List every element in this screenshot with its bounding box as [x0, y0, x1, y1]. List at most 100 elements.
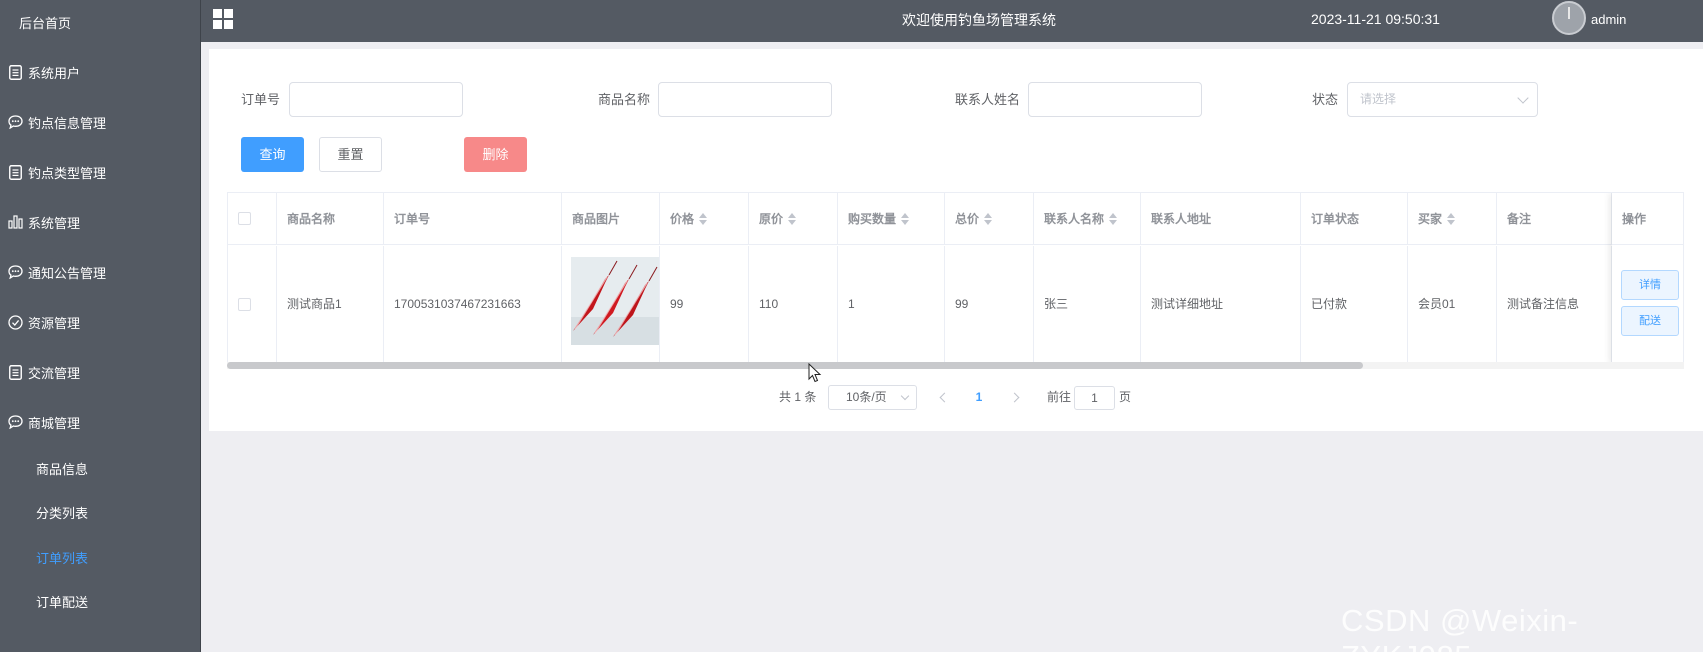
cell-quantity: 1: [838, 246, 945, 362]
table-header: 订单状态: [1301, 193, 1408, 245]
document-icon: [7, 64, 23, 80]
chevron-down-icon: [900, 391, 910, 401]
table-horizontal-scrollbar[interactable]: [227, 362, 1684, 369]
cell-price: 99: [660, 246, 749, 362]
sidebar-item-label: 商城管理: [28, 415, 81, 431]
goto-suffix: 页: [1119, 390, 1132, 404]
page-size-select[interactable]: 10条/页: [828, 385, 917, 410]
contact-name-label: 联系人姓名: [955, 92, 1021, 107]
check-circle-icon: [7, 314, 23, 330]
sort-icon[interactable]: [1447, 212, 1456, 225]
sidebar-item-label: 交流管理: [28, 365, 81, 381]
sort-icon[interactable]: [788, 212, 797, 225]
sidebar-item-mall[interactable]: 商城管理: [0, 402, 201, 442]
column-label: 订单号: [394, 212, 431, 226]
cell-product-name: 测试商品1: [277, 246, 384, 362]
order-no-label: 订单号: [241, 92, 281, 107]
sidebar-sub-order-list[interactable]: 订单列表: [0, 537, 201, 577]
chat-bubble-icon: [7, 414, 23, 430]
column-label: 操作: [1622, 212, 1647, 226]
sidebar-item-system-management[interactable]: 系统管理: [0, 202, 201, 242]
table-header: 联系人地址: [1141, 193, 1301, 245]
sidebar: 后台首页 系统用户 钓点信息管理 钓点类型管理 系统管理 通知公告管理 资源管理…: [0, 0, 201, 652]
column-label: 价格: [670, 212, 695, 226]
row-checkbox[interactable]: [238, 298, 251, 311]
table-header-sortable[interactable]: 总价: [945, 193, 1034, 245]
chat-bubble-icon: [7, 264, 23, 280]
column-label: 购买数量: [848, 212, 897, 226]
watermark: CSDN @Weixin-ZYKJ985: [1341, 603, 1579, 652]
sidebar-item-notice[interactable]: 通知公告管理: [0, 252, 201, 292]
sidebar-item-label: 系统用户: [28, 65, 81, 81]
deliver-button[interactable]: 配送: [1621, 306, 1679, 336]
column-label: 备注: [1507, 212, 1532, 226]
sidebar-item-label: 后台首页: [19, 15, 72, 31]
sidebar-item-label: 资源管理: [28, 315, 81, 331]
sidebar-item-spot-type[interactable]: 钓点类型管理: [0, 152, 201, 192]
column-label: 原价: [759, 212, 784, 226]
sidebar-sub-category-list[interactable]: 分类列表: [0, 492, 201, 532]
sort-icon[interactable]: [984, 212, 993, 225]
cell-total: 99: [945, 246, 1034, 362]
table-header-sortable[interactable]: 联系人名称: [1034, 193, 1141, 245]
sidebar-sub-order-delivery[interactable]: 订单配送: [0, 581, 201, 621]
table-header: 订单号: [384, 193, 562, 245]
table-header-sortable[interactable]: 买家: [1408, 193, 1497, 245]
top-header: 欢迎使用钓鱼场管理系统 2023-11-21 09:50:31 admin: [201, 0, 1703, 42]
cell-contact-address: 测试详细地址: [1141, 246, 1301, 362]
row-select-cell: [228, 246, 277, 362]
document-icon: [7, 364, 23, 380]
scrollbar-thumb[interactable]: [227, 362, 1364, 369]
table-header-sortable[interactable]: 价格: [660, 193, 749, 245]
cell-remark: 测试备注信息: [1497, 246, 1612, 362]
column-label: 联系人地址: [1151, 212, 1212, 226]
delete-button[interactable]: 删除: [464, 137, 527, 172]
sort-icon[interactable]: [901, 212, 910, 225]
product-name-input[interactable]: [658, 82, 832, 117]
sidebar-item-home[interactable]: 后台首页: [0, 2, 201, 42]
sort-icon[interactable]: [1109, 212, 1118, 225]
bar-chart-icon: [7, 214, 23, 230]
cell-contact-name: 张三: [1034, 246, 1141, 362]
next-page-icon[interactable]: [1004, 387, 1024, 407]
page-number-current[interactable]: 1: [969, 386, 989, 408]
sidebar-sub-label: 分类列表: [36, 505, 89, 521]
detail-button[interactable]: 详情: [1621, 270, 1679, 300]
cell-original-price: 110: [749, 246, 838, 362]
goto-page-input[interactable]: [1074, 386, 1115, 410]
cell-order-status: 已付款: [1301, 246, 1408, 362]
contact-name-input[interactable]: [1028, 82, 1202, 117]
column-label: 联系人名称: [1044, 212, 1105, 226]
prev-page-icon[interactable]: [934, 387, 954, 407]
header-title: 欢迎使用钓鱼场管理系统: [902, 12, 1056, 28]
cell-buyer: 会员01: [1408, 246, 1497, 362]
mouse-cursor-icon: [808, 363, 822, 383]
page-size-value: 10条/页: [846, 390, 887, 404]
sidebar-item-label: 钓点信息管理: [28, 115, 107, 131]
sidebar-sub-product-info[interactable]: 商品信息: [0, 448, 201, 488]
sidebar-item-exchange[interactable]: 交流管理: [0, 352, 201, 392]
sidebar-item-system-users[interactable]: 系统用户: [0, 52, 201, 92]
query-button[interactable]: 查询: [241, 137, 304, 172]
column-label: 总价: [955, 212, 980, 226]
header-username[interactable]: admin: [1591, 0, 1626, 40]
select-all-checkbox[interactable]: [238, 212, 251, 225]
goto-prefix: 前往: [1047, 390, 1072, 404]
table-header-sortable[interactable]: 购买数量: [838, 193, 945, 245]
sidebar-item-resource[interactable]: 资源管理: [0, 302, 201, 342]
order-no-input[interactable]: [289, 82, 463, 117]
reset-button[interactable]: 重置: [319, 137, 382, 172]
table-header-sortable[interactable]: 原价: [749, 193, 838, 245]
column-label: 商品名称: [287, 212, 336, 226]
order-table: 商品名称 订单号 商品图片 价格 原价 购买数量 总价 联系人名称 联系人地址 …: [227, 192, 1684, 363]
sort-icon[interactable]: [699, 212, 708, 225]
column-label: 买家: [1418, 212, 1443, 226]
status-placeholder: 请选择: [1360, 92, 1397, 106]
status-label: 状态: [1312, 92, 1339, 107]
sidebar-sub-label: 商品信息: [36, 461, 89, 477]
avatar[interactable]: [1552, 1, 1586, 35]
status-select[interactable]: 请选择: [1347, 82, 1538, 117]
sidebar-item-spot-info[interactable]: 钓点信息管理: [0, 102, 201, 142]
operation-column: 操作 详情 配送: [1612, 193, 1683, 362]
table-header: 备注: [1497, 193, 1612, 245]
